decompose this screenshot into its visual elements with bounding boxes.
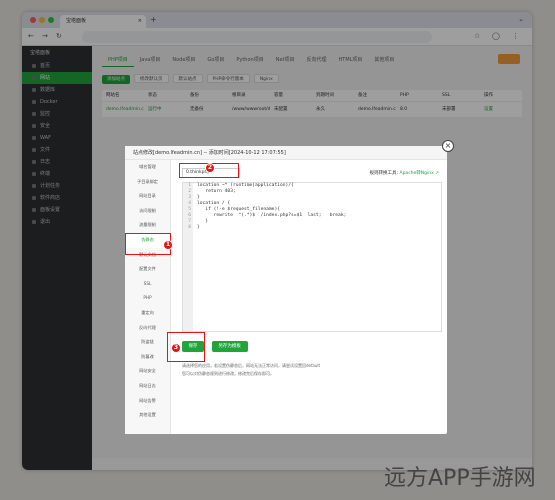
modal-menu-item[interactable]: 其他设置 <box>125 408 170 423</box>
help-note: 请选择您的应用，若设置伪静态后，网站无法正常访问，请尝试设置回default <box>182 363 321 368</box>
site-settings-modal: 站点修改[demo.lfeadmin.cn] -- 添加时间[2024-10-1… <box>125 140 454 434</box>
step-badge-2: 2 <box>205 163 215 173</box>
modal-menu-item[interactable]: 防篡改 <box>125 350 170 365</box>
rewrite-panel: 0.thinkphp 规则转换工具: Apache转Nginx ↗ 123456… <box>177 166 443 428</box>
modal-close-icon[interactable]: × <box>442 140 454 152</box>
modal-menu-item[interactable]: 防盗链 <box>125 335 170 350</box>
rewrite-code-editor[interactable]: 12345678 location ~* (runtime|applicatio… <box>182 182 442 332</box>
modal-menu-item[interactable]: 流量限制 <box>125 218 170 233</box>
code-content: location ~* (runtime|application)/{ retu… <box>197 183 346 231</box>
rule-hint-label: 规则转换工具: <box>369 171 399 176</box>
modal-menu-item[interactable]: 子目录绑定 <box>125 175 170 190</box>
code-line: } <box>197 225 200 230</box>
help-note: 您可以对伪静态规则进行修改，修改完后保存即可。 <box>182 371 274 376</box>
line-number: 8 <box>188 225 191 230</box>
modal-title: 站点修改[demo.lfeadmin.cn] -- 添加时间[2024-10-1… <box>125 146 447 160</box>
modal-menu-item[interactable]: 反向代理 <box>125 321 170 336</box>
help-notes: 请选择您的应用，若设置伪静态后，网站无法正常访问，请尝试设置回default 您可… <box>182 362 320 378</box>
code-line: rewrite ^(.*)$ /index.php?s=$1 last; bre… <box>197 213 347 218</box>
modal-menu-item[interactable]: 配置文件 <box>125 262 170 277</box>
watermark: 远方APP手游网 <box>384 466 536 491</box>
modal-menu-item[interactable]: 重定向 <box>125 306 170 321</box>
modal-menu-item[interactable]: 域名管理 <box>125 160 170 175</box>
rule-converter-hint: 规则转换工具: Apache转Nginx ↗ <box>370 170 439 176</box>
modal-menu-item[interactable]: 网站目录 <box>125 189 170 204</box>
modal-menu-item[interactable]: 访问限制 <box>125 204 170 219</box>
modal-menu-item[interactable]: 网站安全 <box>125 364 170 379</box>
modal-menu: 域名管理 子目录绑定 网站目录 访问限制 流量限制 伪静态 默认文档 配置文件 SSL PHP 重定… <box>125 160 171 434</box>
line-numbers: 12345678 <box>183 183 193 331</box>
external-link-icon: ↗ <box>435 171 439 176</box>
modal-menu-item[interactable]: PHP <box>125 291 170 306</box>
apache-to-nginx-link[interactable]: Apache转Nginx <box>400 171 434 176</box>
modal-menu-item[interactable]: 网站日志 <box>125 379 170 394</box>
step-badge-1: 1 <box>163 240 173 250</box>
save-as-template-button[interactable]: 另存为模板 <box>211 341 248 352</box>
modal-menu-item[interactable]: SSL <box>125 277 170 292</box>
step-badge-3: 3 <box>171 343 181 353</box>
modal-menu-item[interactable]: 网站告警 <box>125 394 170 409</box>
